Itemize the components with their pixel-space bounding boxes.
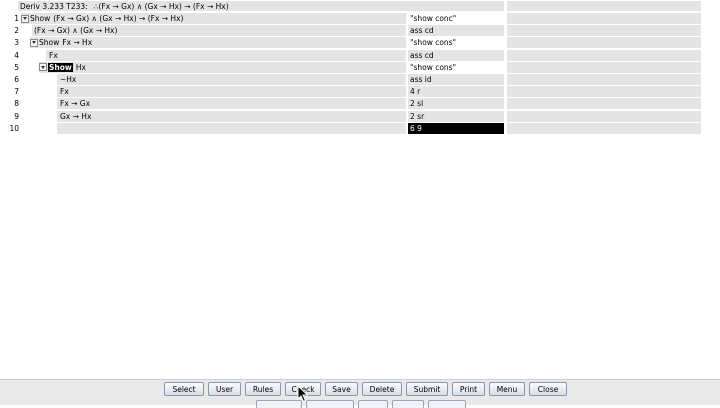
toolbar-row2-button[interactable] — [358, 400, 388, 408]
line-formula[interactable]: ~Hx — [60, 75, 76, 84]
derivation-header: Deriv 3.233 T233: ∴(Fx → Gx) ∧ (Gx → Hx)… — [18, 1, 504, 11]
table-row: 1 Show (Fx → Gx) ∧ (Gx → Hx) → (Fx → Hx)… — [0, 13, 720, 25]
toolbar-row2-button[interactable] — [306, 400, 354, 408]
line-number: 8 — [14, 99, 19, 109]
submit-button[interactable]: Submit — [406, 382, 448, 396]
extra-cell — [507, 49, 701, 61]
delete-button[interactable]: Delete — [362, 382, 402, 396]
extra-cell — [507, 25, 701, 37]
user-button[interactable]: User — [208, 382, 241, 396]
line-formula-cell[interactable]: Fx → Gx — [57, 98, 406, 110]
line-formula[interactable]: (Fx → Gx) ∧ (Gx → Hx) → (Fx → Hx) — [53, 14, 183, 23]
line-number: 2 — [14, 26, 19, 36]
justification-cell[interactable]: 4 r — [408, 86, 504, 98]
table-row: 3 Show Fx → Hx "show cons" — [0, 37, 720, 49]
table-row: 9 Gx → Hx 2 sr — [0, 110, 720, 123]
table-row: 5 Show Hx "show cons" — [0, 61, 720, 74]
extra-cell — [507, 110, 701, 122]
line-number: 1 — [14, 14, 19, 23]
justification-cell[interactable]: 2 sr — [408, 110, 504, 122]
line-formula-cell[interactable] — [57, 122, 406, 134]
line-formula-cell[interactable]: Fx — [57, 86, 406, 98]
extra-cell — [507, 73, 701, 85]
extra-cell — [507, 86, 701, 98]
extra-cell — [507, 98, 701, 110]
rules-button[interactable]: Rules — [245, 382, 281, 396]
toolbar-buttons: Select User Rules Check Save Delete Subm… — [164, 382, 567, 396]
line-formula-cell[interactable]: ~Hx — [57, 73, 406, 85]
toolbar-row2-button[interactable] — [392, 400, 424, 408]
close-button[interactable]: Close — [529, 382, 567, 396]
line-formula-cell[interactable]: Show (Fx → Gx) ∧ (Gx → Hx) → (Fx → Hx) — [21, 13, 406, 24]
extra-cell — [507, 61, 701, 73]
line-formula[interactable]: Fx → Gx — [60, 99, 90, 108]
line-formula[interactable]: (Fx → Gx) ∧ (Gx → Hx) — [34, 26, 117, 35]
extra-cell — [507, 122, 701, 134]
arrow-cursor-icon — [297, 385, 309, 403]
line-number: 7 — [14, 87, 19, 97]
justification-cell[interactable]: "show cons" — [408, 37, 504, 49]
line-formula-cell[interactable]: Fx — [46, 49, 406, 61]
justification-cell[interactable]: 2 sl — [408, 98, 504, 110]
select-button[interactable]: Select — [164, 382, 204, 396]
bottom-toolbar: Select User Rules Check Save Delete Subm… — [0, 379, 720, 408]
justification-cell[interactable]: ass cd — [408, 49, 504, 61]
line-number: 4 — [14, 50, 19, 60]
derivation-lines: 1 Show (Fx → Gx) ∧ (Gx → Hx) → (Fx → Hx)… — [0, 13, 720, 135]
line-formula[interactable]: Fx — [49, 51, 58, 60]
show-keyword[interactable]: Show — [30, 14, 50, 23]
justification-cell[interactable]: "show conc" — [408, 13, 504, 24]
toolbar-row2-button[interactable] — [256, 400, 302, 408]
toolbar-row2-button[interactable] — [428, 400, 466, 408]
justification-cell[interactable]: "show cons" — [408, 61, 504, 73]
justification-cell[interactable]: ass id — [408, 73, 504, 85]
show-keyword-selected[interactable]: Show — [48, 62, 73, 72]
line-number: 9 — [14, 111, 19, 121]
line-number: 6 — [14, 74, 19, 84]
chevron-down-icon[interactable] — [39, 63, 47, 72]
line-number: 3 — [14, 38, 19, 48]
table-row: 10 6 9 — [0, 122, 720, 135]
line-formula[interactable]: Gx → Hx — [60, 112, 91, 121]
line-formula[interactable]: Fx — [60, 87, 69, 96]
line-formula-cell[interactable]: Show Hx — [39, 61, 406, 73]
line-formula-cell[interactable]: Gx → Hx — [57, 110, 406, 122]
menu-button[interactable]: Menu — [489, 382, 525, 396]
extra-cell — [507, 13, 701, 24]
line-formula[interactable]: Fx → Hx — [62, 38, 92, 47]
justification-input-active[interactable]: 6 9 — [408, 122, 504, 134]
line-formula-cell[interactable]: Show Fx → Hx — [30, 37, 406, 49]
toolbar-second-row — [256, 400, 466, 408]
chevron-down-icon[interactable] — [30, 38, 38, 47]
extra-cell — [507, 37, 701, 49]
derivation-goal: ∴(Fx → Gx) ∧ (Gx → Hx) → (Fx → Hx) — [93, 1, 229, 11]
print-button[interactable]: Print — [452, 382, 485, 396]
derivation-name: Deriv 3.233 T233: — [20, 1, 88, 11]
save-button[interactable]: Save — [325, 382, 358, 396]
table-row: 7 Fx 4 r — [0, 86, 720, 98]
line-number: 5 — [14, 62, 19, 72]
show-keyword[interactable]: Show — [39, 38, 59, 47]
line-number: 10 — [9, 123, 19, 133]
table-row: 8 Fx → Gx 2 sl — [0, 98, 720, 110]
justification-cell[interactable]: ass cd — [408, 25, 504, 37]
line-formula-cell[interactable]: (Fx → Gx) ∧ (Gx → Hx) — [32, 25, 406, 37]
chevron-down-icon[interactable] — [21, 14, 29, 23]
line-formula[interactable]: Hx — [76, 63, 86, 72]
table-row: 6 ~Hx ass id — [0, 73, 720, 86]
table-row: 4 Fx ass cd — [0, 49, 720, 62]
table-row: 2 (Fx → Gx) ∧ (Gx → Hx) ass cd — [0, 25, 720, 37]
header-extra-cell — [507, 1, 701, 11]
